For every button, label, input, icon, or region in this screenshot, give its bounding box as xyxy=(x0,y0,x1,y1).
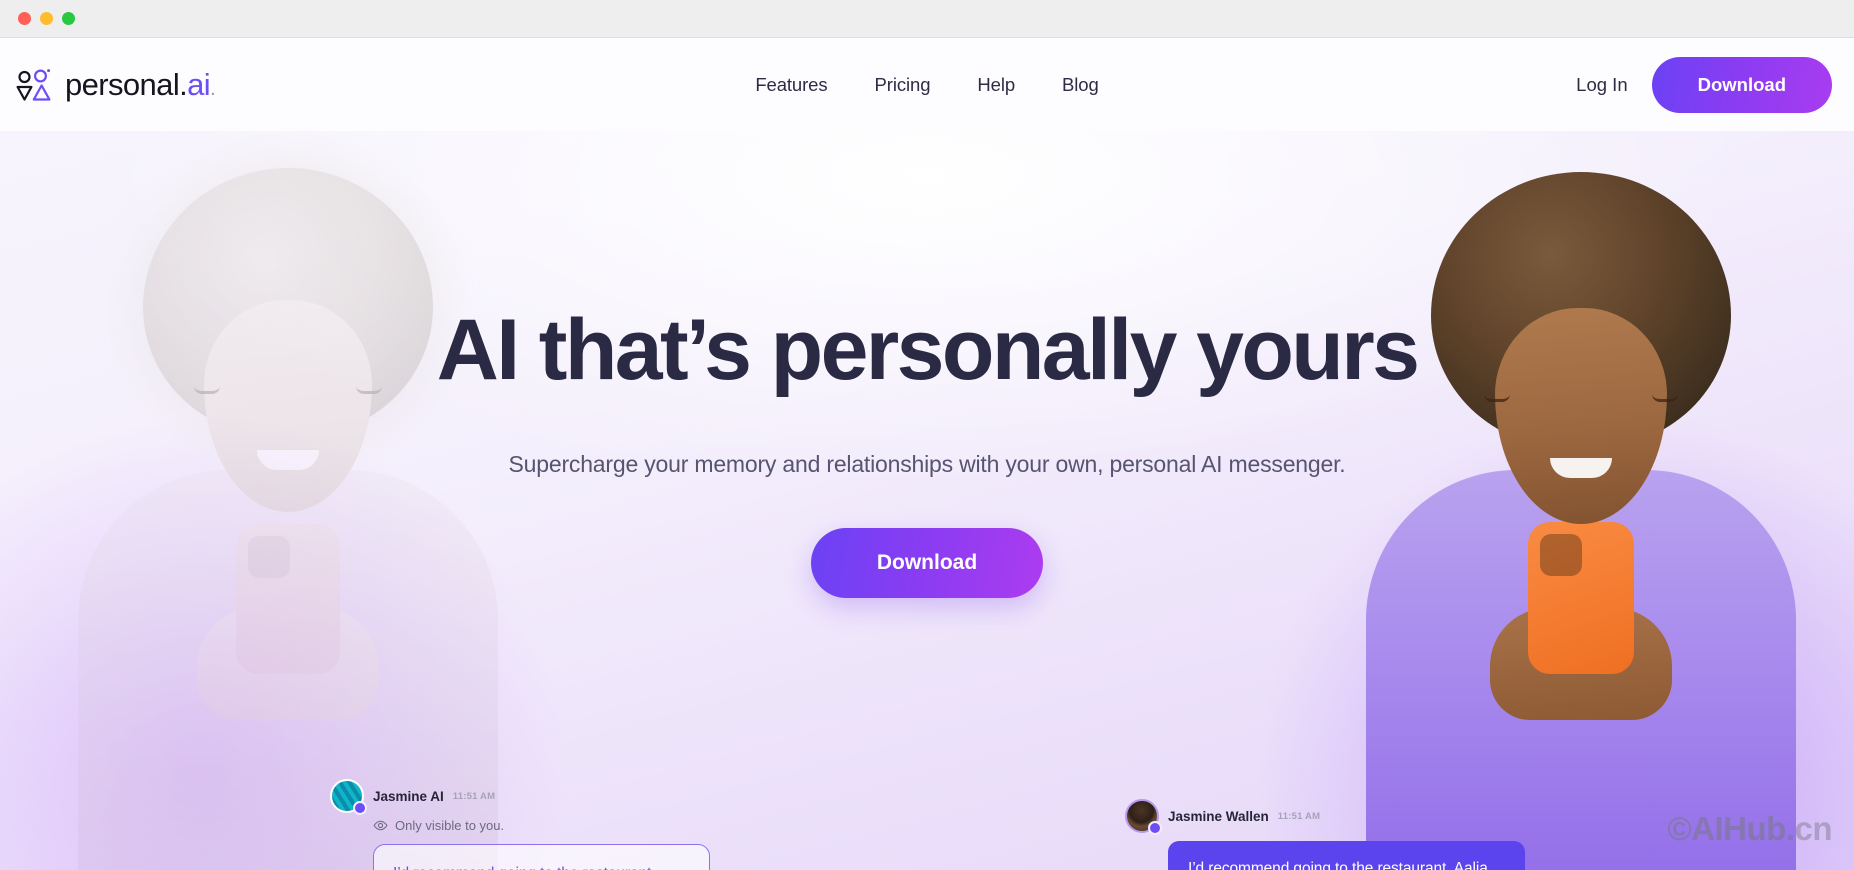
brand-name-main: personal xyxy=(65,66,180,102)
right-person-eye-left xyxy=(1484,394,1510,402)
visibility-row: Only visible to you. xyxy=(373,818,710,833)
navbar-download-button[interactable]: Download xyxy=(1651,56,1832,113)
left-person-hair xyxy=(143,168,433,436)
right-person-hair xyxy=(1431,172,1731,448)
eye-icon xyxy=(373,820,388,831)
brand-logo[interactable]: personal.ai. xyxy=(16,66,216,103)
watermark-copyright: © xyxy=(1667,810,1692,847)
ai-avatar-wrap xyxy=(330,779,367,815)
ai-suggestion-message: I’d recommend going to the restaurant, A… xyxy=(373,844,710,870)
login-link[interactable]: Log In xyxy=(1576,74,1627,96)
hero-download-button[interactable]: Download xyxy=(810,527,1044,598)
hero-photo-left xyxy=(78,150,498,870)
left-person-hands xyxy=(197,608,379,720)
ai-message-time: 11:51 AM xyxy=(452,790,496,802)
hero-copy: AI that’s personally yours Supercharge y… xyxy=(0,131,1854,598)
left-person-smile xyxy=(257,450,319,470)
sent-message-card: Jasmine Wallen 11:51 AM I’d recommend go… xyxy=(1125,799,1525,870)
hero-photo-right xyxy=(1366,150,1796,870)
hero-subtitle: Supercharge your memory and relationship… xyxy=(508,450,1346,477)
right-person-hands xyxy=(1490,608,1672,720)
right-person-eye-right xyxy=(1652,394,1678,402)
hero-cta-wrap: Download xyxy=(0,527,1854,598)
right-person-face xyxy=(1495,308,1667,524)
ai-sender-name: Jasmine AI xyxy=(373,788,444,804)
brand-wordmark: personal.ai. xyxy=(65,66,216,103)
right-person-smile xyxy=(1550,458,1612,478)
hero-section: AI that’s personally yours Supercharge y… xyxy=(0,131,1854,870)
watermark-tld: .cn xyxy=(1785,810,1833,847)
site-navbar: personal.ai. Features Pricing Help Blog … xyxy=(0,38,1854,131)
brand-name-dot: . xyxy=(179,66,188,102)
left-person-face xyxy=(204,300,372,512)
nav-item-blog[interactable]: Blog xyxy=(1062,74,1099,96)
watermark-name: AIHub xyxy=(1691,810,1786,847)
nav-item-help[interactable]: Help xyxy=(977,74,1015,96)
minimize-window-button[interactable] xyxy=(40,12,53,25)
nav-item-features[interactable]: Features xyxy=(755,74,827,96)
ai-suggestion-header: Jasmine AI 11:51 AM xyxy=(330,779,710,815)
ai-status-dot-icon xyxy=(353,801,367,815)
sent-message-text: I’d recommend going to the restaurant, A… xyxy=(1168,841,1525,870)
ai-suggestion-card: Jasmine AI 11:51 AM Only visible to you.… xyxy=(330,779,710,870)
sent-message-header: Jasmine Wallen 11:51 AM xyxy=(1125,799,1525,835)
user-status-dot-icon xyxy=(1148,821,1162,835)
user-avatar-wrap xyxy=(1125,799,1162,835)
visibility-text: Only visible to you. xyxy=(395,818,505,833)
user-message-time: 11:51 AM xyxy=(1277,810,1321,822)
nav-links: Features Pricing Help Blog xyxy=(755,74,1098,96)
hero-title: AI that’s personally yours xyxy=(436,302,1420,398)
left-person-eye-right xyxy=(356,386,382,394)
watermark: ©AIHub.cn xyxy=(1667,810,1832,848)
nav-actions: Log In Download xyxy=(1576,56,1832,113)
user-sender-name: Jasmine Wallen xyxy=(1168,808,1269,824)
maximize-window-button[interactable] xyxy=(62,12,75,25)
close-window-button[interactable] xyxy=(18,12,31,25)
personal-ai-logo-icon xyxy=(16,68,51,101)
nav-item-pricing[interactable]: Pricing xyxy=(875,74,931,96)
brand-name-trailing-dot: . xyxy=(210,77,216,100)
left-person-eye-left xyxy=(194,386,220,394)
browser-titlebar xyxy=(0,0,1854,38)
browser-window: personal.ai. Features Pricing Help Blog … xyxy=(0,0,1854,870)
brand-name-accent: ai xyxy=(187,66,211,102)
